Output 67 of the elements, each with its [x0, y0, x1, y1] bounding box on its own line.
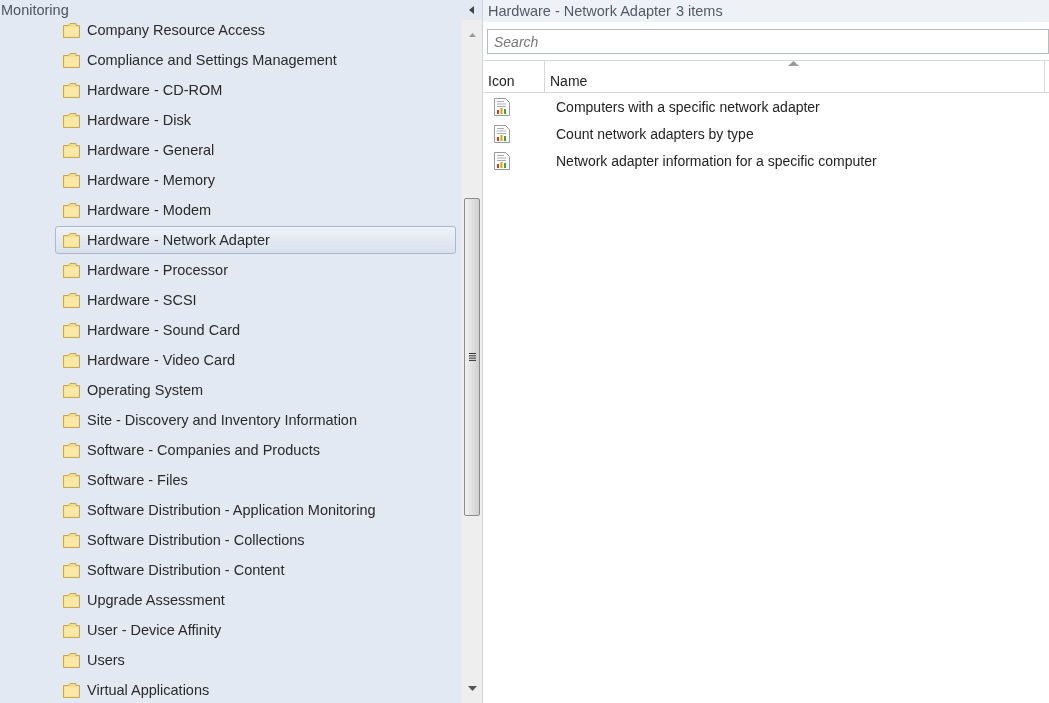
- folder-item[interactable]: Hardware - SCSI: [55, 286, 457, 314]
- folder-icon: [63, 112, 80, 128]
- report-name: Computers with a specific network adapter: [556, 98, 820, 115]
- scrollbar-thumb[interactable]: [464, 198, 480, 516]
- folder-item[interactable]: Software Distribution - Content: [55, 556, 457, 584]
- folder-item[interactable]: Hardware - CD-ROM: [55, 76, 457, 104]
- folder-icon: [63, 82, 80, 98]
- column-header[interactable]: Name: [545, 61, 1045, 92]
- folder-item[interactable]: Company Resource Access: [55, 20, 457, 44]
- view-title: Hardware - Network Adapter: [488, 3, 671, 19]
- folder-icon: [63, 172, 80, 188]
- folder-item[interactable]: Compliance and Settings Management: [55, 46, 457, 74]
- folder-icon: [63, 412, 80, 428]
- report-name: Count network adapters by type: [556, 125, 754, 142]
- report-icon: [494, 124, 510, 143]
- report-icon: [494, 97, 510, 116]
- folder-item[interactable]: Upgrade Assessment: [55, 586, 457, 614]
- folder-item[interactable]: Virtual Applications: [55, 676, 457, 703]
- folder-item[interactable]: Software Distribution - Collections: [55, 526, 457, 554]
- item-count: 3 items: [675, 3, 723, 19]
- search-field[interactable]: Search: [487, 29, 1049, 54]
- folder-icon: [63, 502, 80, 518]
- folder-icon: [63, 232, 80, 248]
- report-row[interactable]: Computers with a specific network adapter: [483, 93, 1049, 120]
- caret-icon: [469, 6, 475, 14]
- scroll-up-icon[interactable]: [468, 33, 476, 37]
- folder-icon: [63, 652, 80, 668]
- folder-item[interactable]: Hardware - Memory: [55, 166, 457, 194]
- column-header[interactable]: Icon: [483, 61, 545, 92]
- folder-icon: [63, 22, 80, 38]
- folder-icon: [63, 322, 80, 338]
- folder-item[interactable]: Software - Companies and Products: [55, 436, 457, 464]
- folder-item[interactable]: Users: [55, 646, 457, 674]
- folder-item[interactable]: Software Distribution - Application Monitoring: [55, 496, 457, 524]
- folder-icon: [63, 382, 80, 398]
- folder-icon: [63, 532, 80, 548]
- folder-icon: [63, 142, 80, 158]
- folder-icon: [63, 202, 80, 218]
- folder-icon: [63, 352, 80, 368]
- folder-icon: [63, 52, 80, 68]
- folder-icon: [63, 682, 80, 698]
- scrollbar[interactable]: [462, 20, 482, 703]
- folder-item[interactable]: Operating System: [55, 376, 457, 404]
- sort-ascending-icon: [788, 61, 799, 66]
- folder-item[interactable]: Software - Files: [55, 466, 457, 494]
- folder-item[interactable]: Hardware - Modem: [55, 196, 457, 224]
- folder-icon: [63, 622, 80, 638]
- report-name: Network adapter information for a specific computer: [556, 152, 877, 169]
- folder-icon: [63, 472, 80, 488]
- folder-item[interactable]: Hardware - Sound Card: [55, 316, 457, 344]
- folder-icon: [63, 442, 80, 458]
- folder-icon: [63, 292, 80, 308]
- pane-title: Monitoring: [0, 2, 69, 18]
- folder-item[interactable]: Hardware - General: [55, 136, 457, 164]
- folder-item[interactable]: Site - Discovery and Inventory Information: [55, 406, 457, 434]
- folder-item[interactable]: Hardware - Disk: [55, 106, 457, 134]
- report-row[interactable]: Count network adapters by type: [483, 120, 1049, 147]
- folder-item[interactable]: Hardware - Network Adapter: [55, 226, 457, 254]
- folder-item[interactable]: Hardware - Processor: [55, 256, 457, 284]
- report-icon: [494, 151, 510, 170]
- folder-item[interactable]: Hardware - Video Card: [55, 346, 457, 374]
- scroll-down-icon[interactable]: [467, 686, 477, 691]
- report-row[interactable]: Network adapter information for a specific computer: [483, 147, 1049, 174]
- folder-icon: [63, 562, 80, 578]
- folder-icon: [63, 592, 80, 608]
- folder-icon: [63, 262, 80, 278]
- folder-item[interactable]: User - Device Affinity: [55, 616, 457, 644]
